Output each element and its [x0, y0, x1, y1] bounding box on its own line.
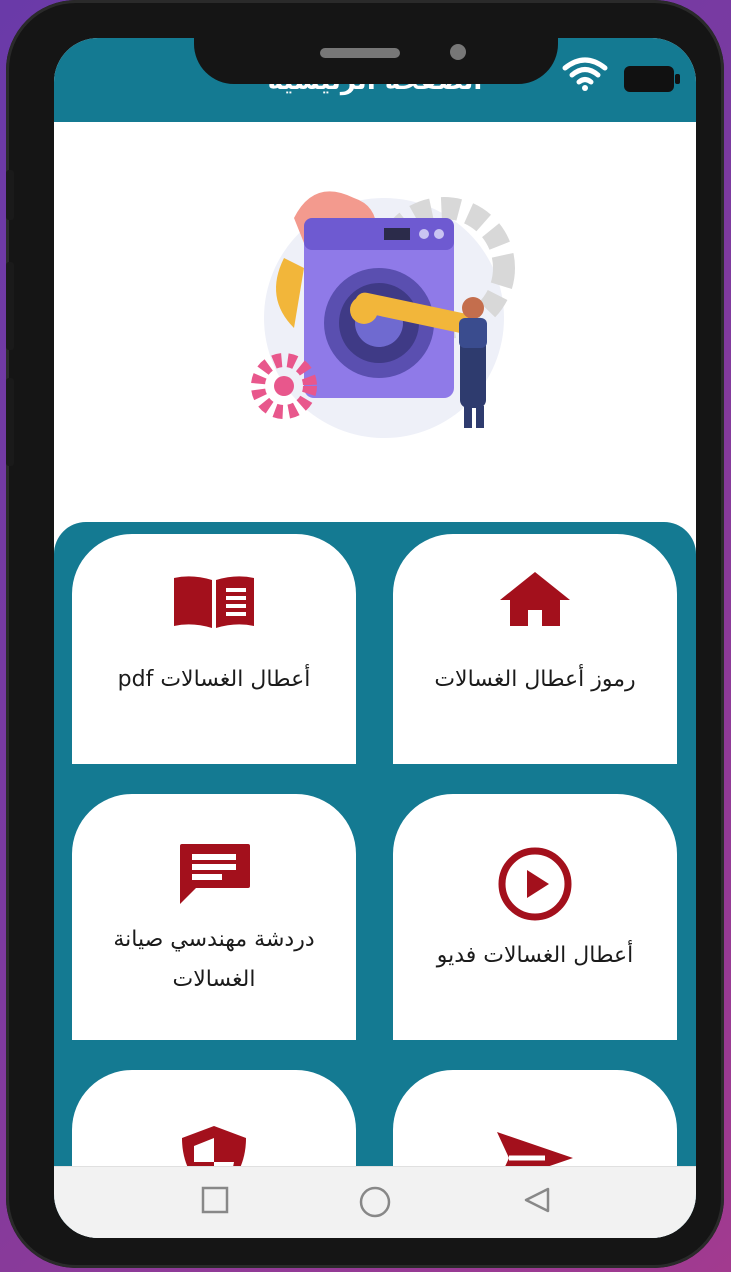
home-icon: [500, 572, 570, 626]
menu-card-video[interactable]: أعطال الغسالات فديو: [393, 794, 677, 1040]
menu-card-label: دردشة مهندسي صيانة الغسالات: [113, 927, 315, 992]
chat-icon: [180, 844, 250, 904]
washing-machine-repair-illustration: [251, 191, 515, 438]
notch: [194, 14, 558, 84]
wifi-icon: [562, 57, 608, 91]
recents-icon[interactable]: [200, 1185, 230, 1215]
mute-button: [6, 170, 14, 220]
menu-card-label: أعطال الغسالات pdf: [117, 667, 311, 692]
app-screen: الصفحة الرئيسية رموز أعطال الغسالات: [54, 38, 696, 1238]
menu-panel: رموز أعطال الغسالات أعطال الغسالات pdf أ…: [54, 522, 696, 1238]
back-icon[interactable]: [522, 1185, 552, 1215]
play-icon: [498, 847, 572, 921]
system-navigation-bar: [54, 1166, 696, 1238]
menu-card-chat[interactable]: دردشة مهندسي صيانة الغسالات: [72, 794, 356, 1040]
menu-card-error-codes[interactable]: رموز أعطال الغسالات: [393, 534, 677, 764]
book-icon: [174, 576, 254, 628]
menu-card-pdf[interactable]: أعطال الغسالات pdf: [72, 534, 356, 764]
volume-down-button: [6, 378, 14, 466]
volume-up-button: [6, 262, 14, 350]
front-camera: [450, 44, 466, 60]
home-circle-icon[interactable]: [358, 1185, 392, 1219]
menu-card-label: أعطال الغسالات فديو: [436, 943, 634, 968]
battery-icon: [624, 66, 680, 92]
menu-card-label: رموز أعطال الغسالات: [434, 667, 636, 692]
speaker: [320, 48, 400, 58]
